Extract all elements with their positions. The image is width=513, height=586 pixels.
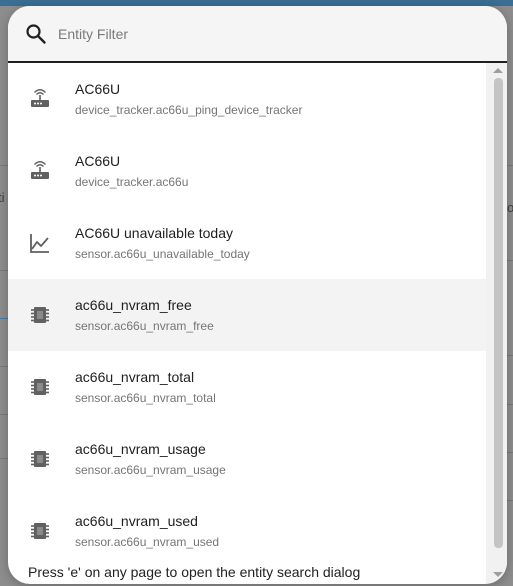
- scroll-up-arrow-icon[interactable]: [493, 68, 503, 73]
- entity-id: sensor.ac66u_nvram_free: [75, 319, 214, 333]
- memory-chip-icon: [31, 523, 49, 539]
- entity-filter-input[interactable]: [56, 24, 460, 43]
- backdrop-divider: [0, 458, 8, 459]
- entity-id: sensor.ac66u_nvram_total: [75, 391, 216, 405]
- entity-list-item-highlighted[interactable]: ac66u_nvram_free sensor.ac66u_nvram_free: [8, 279, 486, 351]
- backdrop-divider: [0, 366, 8, 367]
- backdrop-divider: [507, 165, 513, 166]
- entity-id: sensor.ac66u_nvram_usage: [75, 463, 226, 477]
- backdrop-divider: [507, 452, 513, 453]
- memory-chip-icon: [31, 451, 49, 467]
- chart-line-icon: [30, 234, 49, 253]
- entity-id: device_tracker.ac66u: [75, 175, 189, 189]
- backdrop-divider: [0, 165, 8, 166]
- router-icon: [31, 161, 49, 179]
- entity-list: AC66U device_tracker.ac66u_ping_device_t…: [8, 63, 486, 561]
- entity-id: sensor.ac66u_unavailable_today: [75, 247, 250, 261]
- entity-name: ac66u_nvram_usage: [75, 441, 206, 457]
- backdrop-divider: [0, 270, 8, 271]
- scroll-down-arrow-icon[interactable]: [493, 572, 503, 577]
- entity-list-item[interactable]: ac66u_nvram_used sensor.ac66u_nvram_used: [8, 495, 486, 561]
- backdrop-divider: [507, 355, 513, 356]
- backdrop-divider: [0, 318, 8, 319]
- memory-chip-icon: [31, 379, 49, 395]
- entity-list-item[interactable]: AC66U device_tracker.ac66u: [8, 135, 486, 207]
- backdrop-divider: [507, 500, 513, 501]
- entity-search-dialog: AC66U device_tracker.ac66u_ping_device_t…: [8, 6, 507, 584]
- search-bar: [8, 6, 507, 63]
- entity-name: AC66U: [75, 81, 121, 97]
- search-icon: [26, 23, 46, 44]
- router-icon: [31, 89, 49, 107]
- backdrop-divider: [507, 260, 513, 261]
- entity-name: AC66U unavailable today: [75, 225, 233, 241]
- entity-name: AC66U: [75, 153, 121, 169]
- entity-list-item[interactable]: ac66u_nvram_usage sensor.ac66u_nvram_usa…: [8, 423, 486, 495]
- entity-list-item[interactable]: ac66u_nvram_total sensor.ac66u_nvram_tot…: [8, 351, 486, 423]
- backdrop-divider: [0, 414, 8, 415]
- list-scrollbar-thumb[interactable]: [494, 78, 503, 548]
- memory-chip-icon: [31, 307, 49, 323]
- backdrop-text-fragment: o: [507, 200, 513, 215]
- entity-name: ac66u_nvram_free: [75, 297, 192, 313]
- backdrop-divider: [507, 404, 513, 405]
- entity-id: device_tracker.ac66u_ping_device_tracker: [75, 103, 303, 117]
- entity-list-item[interactable]: AC66U device_tracker.ac66u_ping_device_t…: [8, 63, 486, 135]
- entity-id: sensor.ac66u_nvram_used: [75, 535, 220, 549]
- entity-list-item[interactable]: AC66U unavailable today sensor.ac66u_una…: [8, 207, 486, 279]
- entity-name: ac66u_nvram_total: [75, 369, 195, 385]
- keyboard-shortcut-hint: Press 'e' on any page to open the entity…: [28, 564, 361, 580]
- entity-name: ac66u_nvram_used: [75, 513, 198, 529]
- backdrop-text-fragment: ti: [0, 190, 5, 205]
